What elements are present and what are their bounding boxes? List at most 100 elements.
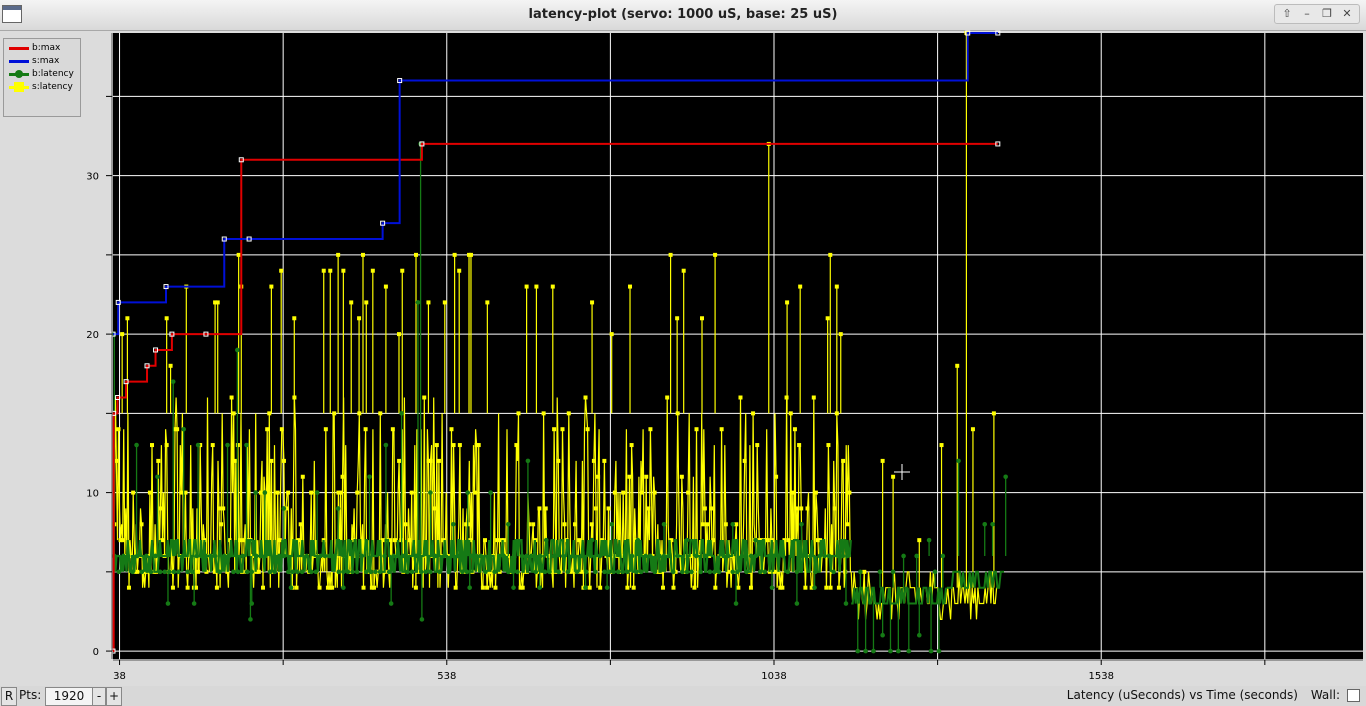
data-point [377, 569, 383, 575]
data-point [803, 553, 809, 559]
data-point [179, 490, 184, 495]
data-point [254, 553, 259, 559]
close-button[interactable]: ✕ [1338, 6, 1356, 22]
wall-checkbox[interactable] [1347, 689, 1360, 702]
x-tick-label: 38 [113, 671, 126, 682]
data-point [116, 427, 121, 432]
data-point [267, 569, 273, 575]
data-point [751, 411, 756, 416]
maximize-button[interactable]: ❐ [1318, 6, 1336, 22]
data-point [926, 537, 932, 543]
data-point [437, 569, 442, 575]
data-point [520, 585, 525, 590]
points-input[interactable]: 1920 [45, 687, 93, 706]
legend-item-b-max[interactable]: b:max [9, 43, 60, 55]
data-point [635, 537, 641, 543]
data-point [828, 252, 833, 257]
data-point [792, 427, 797, 432]
points-decrease-button[interactable]: - [92, 687, 106, 706]
data-point [628, 284, 633, 289]
data-point [609, 332, 614, 337]
minimize-button[interactable]: – [1298, 6, 1316, 22]
data-point [214, 585, 219, 590]
data-point [235, 569, 241, 575]
data-point [221, 506, 226, 511]
data-point [492, 569, 497, 575]
data-point [598, 585, 603, 590]
data-point [313, 569, 319, 575]
data-point [496, 553, 502, 559]
data-point [175, 427, 180, 432]
data-point [150, 443, 155, 448]
data-point [991, 411, 996, 416]
data-point [368, 569, 374, 575]
data-point [589, 537, 595, 543]
bottom-toolbar: R Pts: 1920 - + Latency (uSeconds) vs Ti… [0, 686, 1366, 706]
data-point [556, 458, 561, 463]
data-point [847, 490, 852, 495]
data-point [495, 538, 500, 543]
data-point [300, 474, 305, 479]
data-point [208, 553, 213, 559]
latency-plot[interactable]: 0 10 20 30 38 538 1038 1538 [0, 30, 1366, 686]
data-point [845, 522, 850, 527]
reset-button[interactable]: R [1, 687, 17, 706]
data-point [453, 585, 458, 590]
data-point [712, 569, 717, 575]
data-point [185, 569, 190, 575]
data-point [335, 506, 341, 511]
legend-swatch [9, 69, 29, 78]
data-point [304, 553, 310, 559]
y-tick-label: 20 [86, 330, 99, 341]
data-point [155, 474, 160, 480]
data-point [753, 537, 758, 543]
data-point [237, 538, 242, 543]
data-point [606, 506, 611, 511]
data-point [262, 490, 268, 495]
data-point [120, 538, 125, 543]
data-point [694, 427, 699, 432]
data-point [235, 347, 240, 353]
data-point [524, 284, 529, 289]
data-point [157, 569, 163, 575]
legend-item-b-latency[interactable]: b:latency [9, 69, 74, 81]
data-point [336, 252, 341, 257]
data-point [130, 569, 135, 575]
data-point [399, 411, 404, 416]
data-point [681, 268, 686, 273]
legend-item-s-max[interactable]: s:max [9, 56, 59, 68]
data-point [700, 316, 705, 321]
data-point [560, 427, 565, 432]
shade-button[interactable]: ⇧ [1278, 6, 1296, 22]
data-point [665, 395, 670, 400]
data-point [593, 569, 598, 575]
legend-item-s-latency[interactable]: s:latency [9, 81, 73, 94]
data-point [652, 569, 658, 575]
data-point [170, 379, 176, 384]
data-point [485, 585, 490, 590]
data-point [428, 458, 433, 463]
data-point [537, 585, 543, 590]
points-increase-button[interactable]: + [106, 687, 122, 706]
data-point [323, 427, 328, 432]
data-point [156, 458, 161, 463]
legend-label: b:latency [32, 69, 74, 79]
data-point [826, 443, 831, 448]
data-point [666, 553, 671, 559]
data-point [713, 252, 718, 257]
data-point [799, 506, 804, 511]
data-point [432, 506, 437, 511]
data-point [531, 522, 536, 527]
data-point [265, 427, 270, 432]
data-point [418, 569, 424, 575]
data-point [891, 474, 896, 479]
data-point [158, 506, 163, 511]
data-point [863, 648, 868, 654]
data-point [871, 648, 876, 654]
data-point [388, 601, 394, 606]
data-point [363, 569, 369, 575]
data-point [657, 553, 662, 559]
legend-label: s:latency [32, 82, 73, 92]
data-point [373, 569, 378, 575]
data-point [485, 300, 490, 305]
